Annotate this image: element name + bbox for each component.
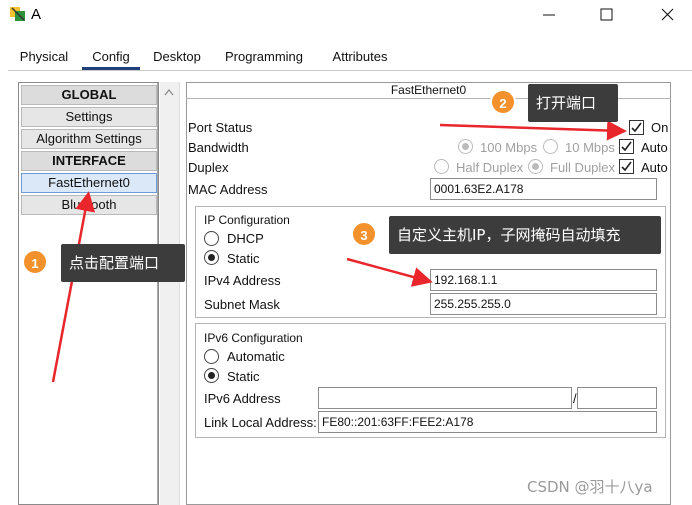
badge-2: 2 — [490, 89, 516, 115]
callout-1: 点击配置端口 — [61, 244, 185, 282]
duplex-half-label: Half Duplex — [456, 160, 524, 175]
link-local-address-field[interactable]: FE80::201:63FF:FEE2:A178 — [318, 411, 657, 433]
minimize-icon[interactable] — [536, 4, 562, 26]
ipv6-static-label: Static — [227, 369, 260, 384]
bandwidth-label: Bandwidth — [188, 140, 249, 155]
dhcp-radio[interactable] — [204, 231, 219, 246]
callout-3: 自定义主机IP，子网掩码自动填充 — [389, 216, 661, 254]
tab-strip: Physical Config Desktop Programming Attr… — [8, 44, 692, 70]
bandwidth-100-label: 100 Mbps — [480, 140, 538, 155]
check-icon — [631, 122, 642, 133]
check-icon — [621, 161, 632, 172]
sidebar-item-algorithm-settings[interactable]: Algorithm Settings — [21, 129, 157, 149]
bandwidth-10-label: 10 Mbps — [565, 140, 615, 155]
mac-address-field[interactable]: 0001.63E2.A178 — [430, 178, 657, 200]
link-local-address-label: Link Local Address: — [204, 415, 317, 430]
ipv6-configuration-label: IPv6 Configuration — [204, 331, 303, 345]
ipv6-prefix-field[interactable] — [577, 387, 657, 409]
port-status-on-label: On — [651, 120, 669, 135]
ipv4-static-radio[interactable] — [204, 250, 219, 265]
subnet-mask-field[interactable]: 255.255.255.0 — [430, 293, 657, 315]
port-status-checkbox[interactable] — [629, 120, 644, 135]
callout-2: 打开端口 — [528, 84, 618, 122]
close-icon[interactable] — [655, 4, 681, 26]
sidebar-scrollbar[interactable] — [160, 82, 180, 505]
sidebar-item-fastethernet0[interactable]: FastEthernet0 — [21, 173, 157, 193]
bandwidth-auto-checkbox[interactable] — [619, 139, 634, 154]
sidebar-header-global: GLOBAL — [21, 85, 157, 105]
ipv4-address-field[interactable]: 192.168.1.1 — [430, 269, 657, 291]
tab-physical[interactable]: Physical — [12, 44, 76, 70]
duplex-full-label: Full Duplex — [550, 160, 616, 175]
app-icon — [10, 7, 25, 21]
bandwidth-100-radio[interactable] — [458, 139, 473, 154]
ipv4-address-label: IPv4 Address — [204, 273, 281, 288]
bandwidth-auto-label: Auto — [641, 140, 668, 155]
ipv6-address-label: IPv6 Address — [204, 391, 281, 406]
badge-3: 3 — [351, 221, 377, 247]
tab-config[interactable]: Config — [82, 44, 140, 70]
maximize-icon[interactable] — [594, 4, 620, 26]
title-bar: A — [0, 0, 692, 32]
ipv6-automatic-radio[interactable] — [204, 349, 219, 364]
ip-configuration-label: IP Configuration — [204, 213, 290, 227]
watermark: CSDN @羽十八ya — [527, 478, 653, 496]
ipv6-static-radio[interactable] — [204, 368, 219, 383]
window-title: A — [31, 6, 42, 23]
bandwidth-10-radio[interactable] — [543, 139, 558, 154]
duplex-auto-label: Auto — [641, 160, 668, 175]
scroll-up-icon[interactable] — [164, 88, 174, 96]
ipv6-address-field[interactable] — [318, 387, 572, 409]
mac-address-label: MAC Address — [188, 182, 268, 197]
tab-programming[interactable]: Programming — [216, 44, 312, 70]
duplex-half-radio[interactable] — [434, 159, 449, 174]
sidebar-header-interface: INTERFACE — [21, 151, 157, 171]
tab-attributes[interactable]: Attributes — [320, 44, 400, 70]
check-icon — [621, 141, 632, 152]
duplex-label: Duplex — [188, 160, 229, 175]
subnet-mask-label: Subnet Mask — [204, 297, 280, 312]
port-status-label: Port Status — [188, 120, 253, 135]
dhcp-label: DHCP — [227, 231, 264, 246]
ipv6-automatic-label: Automatic — [227, 349, 285, 364]
ipv4-static-label: Static — [227, 251, 260, 266]
duplex-full-radio[interactable] — [528, 159, 543, 174]
tab-desktop[interactable]: Desktop — [146, 44, 208, 70]
duplex-auto-checkbox[interactable] — [619, 159, 634, 174]
badge-1: 1 — [22, 249, 48, 275]
sidebar-item-settings[interactable]: Settings — [21, 107, 157, 127]
sidebar-item-bluetooth[interactable]: Bluetooth — [21, 195, 157, 215]
